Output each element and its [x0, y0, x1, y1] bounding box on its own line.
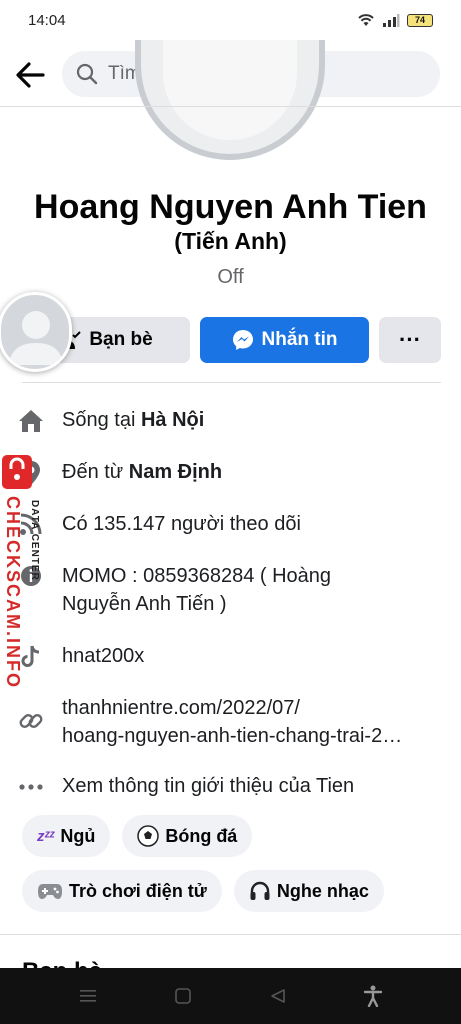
hobby-label: Ngủ — [60, 825, 96, 846]
from-city[interactable]: Nam Định — [129, 461, 222, 483]
hobbies-row-2: Trò chơi điện tử Nghe nhạc — [22, 870, 441, 912]
info-lives-in: Sống tại Hà Nội — [0, 406, 461, 434]
profile-alt-name: (Tiến Anh) — [174, 228, 287, 254]
info-from: Đến từ Nam Định — [0, 458, 461, 486]
home-icon — [19, 410, 43, 432]
see-about-info[interactable]: Xem thông tin giới thiệu của Tien — [0, 772, 461, 800]
arrow-left-icon — [16, 62, 45, 88]
back-triangle-icon[interactable] — [269, 987, 287, 1005]
chat-head-avatar[interactable] — [0, 292, 72, 372]
profile-name: Hoang Nguyen Anh Tien — [34, 188, 427, 226]
info-tiktok[interactable]: hnat200x — [0, 642, 461, 670]
headphones-icon — [250, 881, 270, 900]
momo-line-2: Nguyễn Anh Tiến ) — [62, 593, 227, 615]
hobby-chip-video-games[interactable]: Trò chơi điện tử — [22, 870, 222, 912]
home-square-icon[interactable] — [174, 987, 192, 1005]
watermark-sub-text: DATA CENTER — [29, 500, 40, 581]
hobbies-row-1: zᶻᶻ Ngủ Bóng đá — [22, 815, 441, 857]
hobby-chip-sleep[interactable]: zᶻᶻ Ngủ — [22, 815, 111, 857]
lives-in-prefix: Sống tại — [62, 409, 141, 431]
friends-button-label: Bạn bè — [89, 329, 153, 350]
hobby-label: Trò chơi điện tử — [69, 880, 207, 901]
hobby-chip-music[interactable]: Nghe nhạc — [233, 870, 384, 912]
lives-in-city[interactable]: Hà Nội — [141, 409, 204, 431]
message-button[interactable]: Nhắn tin — [200, 317, 369, 363]
info-momo: MOMO : 0859368284 ( Hoàng Nguyễn Anh Tiế… — [0, 562, 461, 618]
ellipsis-icon — [19, 784, 43, 790]
info-followers[interactable]: Có 135.147 người theo dõi — [0, 510, 461, 538]
zzz-icon: zᶻᶻ — [37, 827, 55, 845]
hobby-chip-football[interactable]: Bóng đá — [122, 815, 253, 857]
tiktok-handle: hnat200x — [62, 645, 145, 667]
back-button[interactable] — [0, 48, 60, 102]
header-divider — [0, 106, 461, 107]
accessibility-icon[interactable] — [363, 985, 383, 1007]
status-time: 14:04 — [28, 11, 66, 29]
checkscam-watermark: CHECKSCAM.INFO DATA CENTER — [2, 452, 48, 689]
website-line-1: thanhnientre.com/2022/07/ — [62, 697, 300, 719]
hobby-label: Bóng đá — [165, 825, 238, 846]
link-icon — [19, 714, 43, 728]
soccer-ball-icon — [137, 825, 160, 847]
profile-picture[interactable] — [135, 40, 325, 160]
website-line-2: hoang-nguyen-anh-tien-chang-trai-2… — [62, 725, 403, 747]
watermark-main-text: CHECKSCAM.INFO — [3, 496, 23, 689]
hobby-label: Nghe nhạc — [276, 880, 369, 901]
more-dots-icon: ··· — [399, 327, 421, 352]
profile-bio: Off — [217, 266, 244, 288]
signal-icon — [383, 14, 400, 27]
messenger-icon — [232, 330, 253, 350]
wifi-icon — [358, 14, 374, 26]
followers-text: Có 135.147 người theo dõi — [62, 513, 301, 535]
message-button-label: Nhắn tin — [261, 329, 338, 350]
system-nav-bar — [0, 968, 461, 1024]
actions-divider — [22, 382, 441, 383]
lock-icon — [2, 455, 32, 489]
profile-actions: Bạn bè Nhắn tin ··· — [22, 317, 441, 363]
more-options-button[interactable]: ··· — [379, 317, 441, 363]
gamepad-icon — [38, 884, 62, 899]
status-icons: 74 — [357, 13, 433, 27]
default-user-icon — [9, 311, 63, 365]
see-about-text: Xem thông tin giới thiệu của Tien — [62, 775, 355, 797]
battery-icon: 74 — [407, 13, 433, 27]
section-divider — [0, 934, 461, 935]
search-icon — [76, 63, 98, 85]
status-bar: 14:04 74 — [0, 0, 461, 40]
momo-line-1: MOMO : 0859368284 ( Hoàng — [62, 565, 332, 587]
from-prefix: Đến từ — [62, 461, 129, 483]
info-website[interactable]: thanhnientre.com/2022/07/ hoang-nguyen-a… — [0, 694, 461, 750]
menu-icon[interactable] — [78, 988, 98, 1004]
